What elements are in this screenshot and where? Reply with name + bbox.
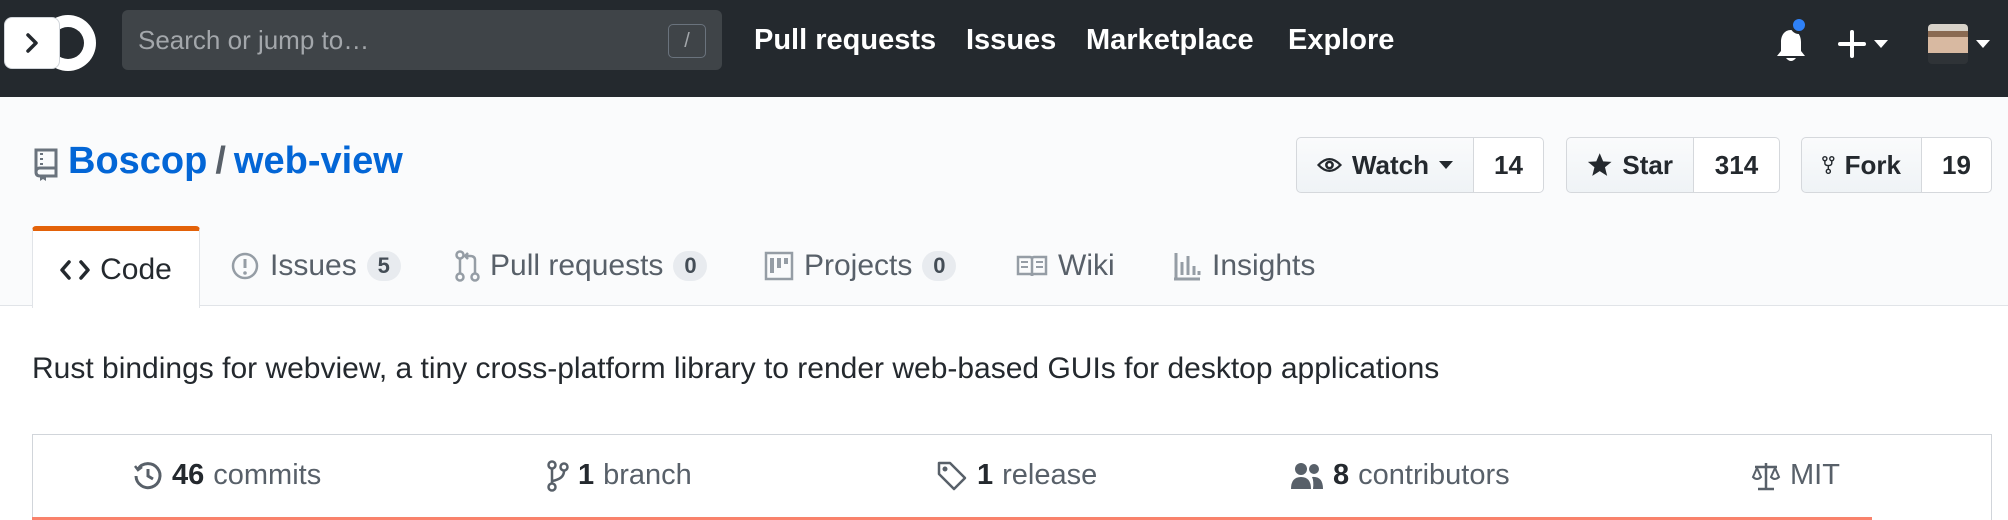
fork-action: Fork 19 xyxy=(1801,137,1992,193)
repository-header: Boscop / web-view Watch 14 Star 314 Fork 1… xyxy=(0,97,2008,308)
tab-pull-requests-label: Pull requests xyxy=(490,249,664,282)
fork-button[interactable]: Fork xyxy=(1801,137,1922,193)
path-separator: / xyxy=(215,140,226,182)
releases-label: release xyxy=(1002,459,1098,491)
summary-branches[interactable]: 1 branch xyxy=(547,459,692,492)
fork-count[interactable]: 19 xyxy=(1922,137,1992,193)
tab-wiki-label: Wiki xyxy=(1058,249,1115,282)
tab-insights-label: Insights xyxy=(1212,249,1316,282)
user-menu[interactable] xyxy=(1928,24,1990,64)
tab-code[interactable]: Code xyxy=(32,226,200,308)
repository-summary: 46 commits 1 branch 1 release 8 contribu… xyxy=(32,434,1992,520)
star-button[interactable]: Star xyxy=(1566,137,1694,193)
caret-down-icon xyxy=(1439,161,1453,169)
summary-contributors[interactable]: 8 contributors xyxy=(1290,459,1510,492)
pull-request-icon xyxy=(455,250,480,282)
license-label: MIT xyxy=(1790,459,1840,491)
watch-button[interactable]: Watch xyxy=(1296,137,1474,193)
contributors-label: contributors xyxy=(1358,459,1510,491)
star-label: Star xyxy=(1622,149,1673,180)
watch-count[interactable]: 14 xyxy=(1474,137,1544,193)
tab-wiki[interactable]: Wiki xyxy=(1016,226,1115,306)
repo-owner-link[interactable]: Boscop xyxy=(68,140,207,182)
law-icon xyxy=(1751,462,1781,490)
tab-pull-requests[interactable]: Pull requests 0 xyxy=(455,226,708,306)
branches-count: 1 xyxy=(578,459,595,491)
projects-counter: 0 xyxy=(922,251,957,281)
watch-label: Watch xyxy=(1351,149,1429,180)
branch-icon xyxy=(547,459,569,492)
search-input[interactable] xyxy=(138,10,658,70)
fork-label: Fork xyxy=(1844,149,1901,180)
issue-icon xyxy=(231,252,259,280)
summary-releases[interactable]: 1 release xyxy=(936,459,1097,492)
tab-projects-label: Projects xyxy=(804,249,913,282)
graph-icon xyxy=(1174,253,1201,281)
search-shortcut-key: / xyxy=(668,24,706,58)
caret-down-icon xyxy=(1874,40,1888,48)
nav-issues[interactable]: Issues xyxy=(966,24,1056,57)
tab-issues-label: Issues xyxy=(270,249,357,282)
fork-icon xyxy=(1822,155,1835,175)
commits-count: 46 xyxy=(172,459,205,491)
people-icon xyxy=(1291,462,1323,489)
releases-count: 1 xyxy=(977,459,994,491)
nav-pull-requests[interactable]: Pull requests xyxy=(754,24,936,57)
contributors-count: 8 xyxy=(1333,459,1350,491)
notification-unread-dot xyxy=(1790,16,1808,34)
sidebar-toggle-button[interactable] xyxy=(4,17,60,69)
history-icon xyxy=(134,461,162,489)
chevron-right-icon xyxy=(26,33,38,53)
caret-down-icon xyxy=(1976,40,1990,48)
tab-issues[interactable]: Issues 5 xyxy=(230,226,401,306)
repository-title: Boscop / web-view xyxy=(68,140,403,183)
code-icon xyxy=(60,259,90,280)
repo-name-link[interactable]: web-view xyxy=(234,140,403,182)
branches-label: branch xyxy=(603,459,692,491)
book-icon xyxy=(1016,255,1048,277)
search-box[interactable]: / xyxy=(122,10,722,70)
pull-requests-counter: 0 xyxy=(673,251,708,281)
commits-label: commits xyxy=(213,459,322,491)
tag-icon xyxy=(937,461,967,490)
star-count[interactable]: 314 xyxy=(1694,137,1780,193)
nav-explore[interactable]: Explore xyxy=(1288,24,1394,57)
tab-code-label: Code xyxy=(100,252,172,286)
create-new-menu[interactable] xyxy=(1838,30,1888,58)
project-icon xyxy=(764,251,794,281)
nav-marketplace[interactable]: Marketplace xyxy=(1086,24,1254,57)
plus-icon xyxy=(1838,30,1866,58)
watch-action: Watch 14 xyxy=(1296,137,1544,193)
tab-insights[interactable]: Insights xyxy=(1172,226,1315,306)
avatar xyxy=(1928,24,1968,64)
tab-projects[interactable]: Projects 0 xyxy=(764,226,957,306)
top-navigation-bar: / Pull requests Issues Marketplace Explo… xyxy=(0,0,2008,97)
repository-description: Rust bindings for webview, a tiny cross-… xyxy=(32,352,1440,385)
repo-icon xyxy=(34,148,58,181)
summary-commits[interactable]: 46 commits xyxy=(133,459,321,492)
star-action: Star 314 xyxy=(1566,137,1780,193)
issues-counter: 5 xyxy=(366,251,401,281)
summary-license[interactable]: MIT xyxy=(1751,459,1840,492)
star-icon xyxy=(1587,153,1612,176)
eye-icon xyxy=(1317,158,1342,172)
